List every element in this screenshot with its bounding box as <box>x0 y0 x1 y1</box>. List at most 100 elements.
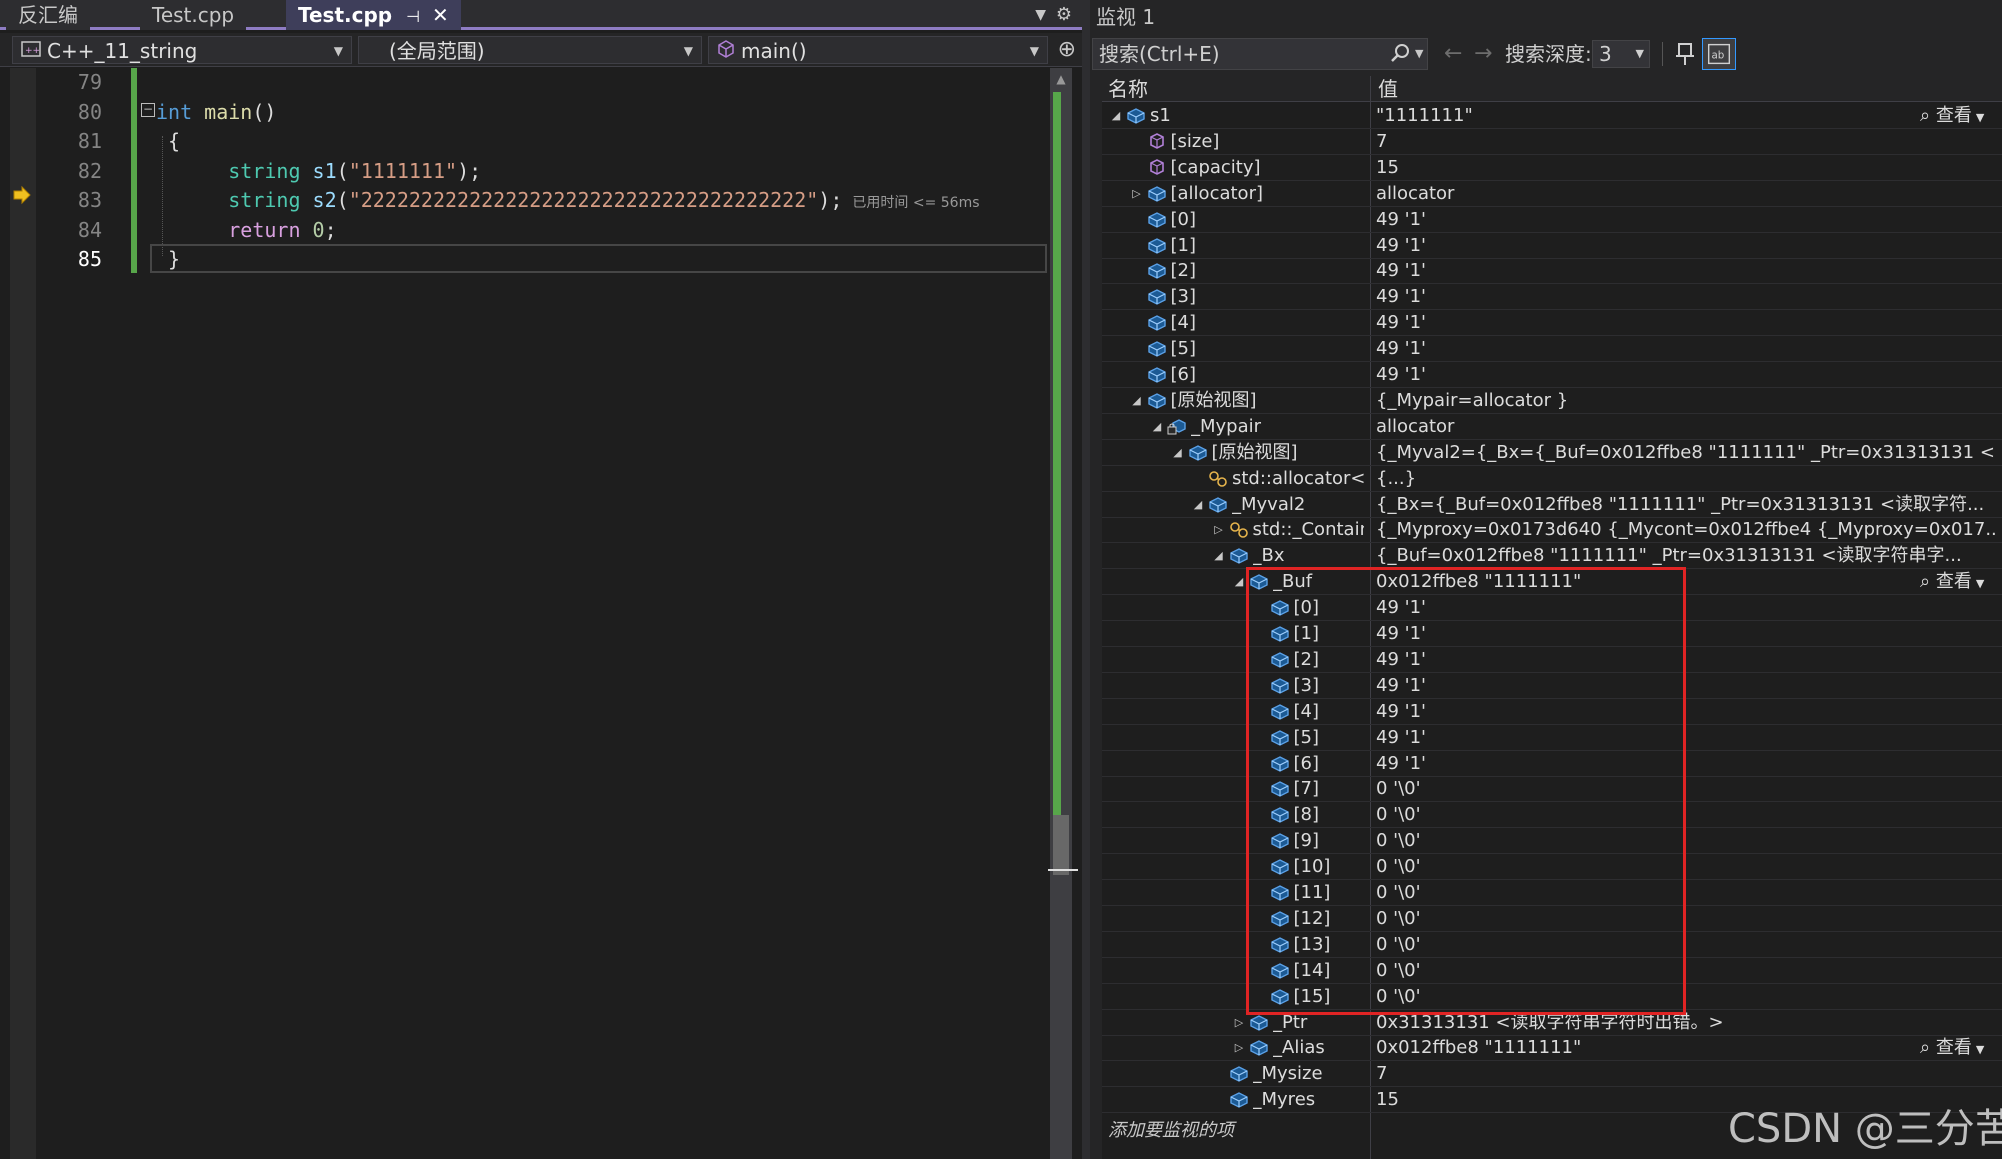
watch-row[interactable]: [2] 49 '1' <box>1102 258 2002 285</box>
watch-row[interactable]: [3] 49 '1' <box>1102 673 2002 699</box>
watch-row-value[interactable]: 49 '1' <box>1376 258 1996 284</box>
watch-row[interactable]: [capacity] 15 <box>1102 155 2002 181</box>
watch-row[interactable]: [14] 0 '\0' <box>1102 958 2002 984</box>
expand-arrow-icon[interactable]: ▷ <box>1231 1010 1247 1036</box>
watch-row[interactable]: ◢ _Myval2 {_Bx={_Buf=0x012ffbe8 "1111111" … <box>1102 492 2002 518</box>
watch-row-value[interactable]: 0 '\0' <box>1376 828 1996 854</box>
expand-arrow-icon[interactable]: ▷ <box>1231 1035 1247 1061</box>
watch-row[interactable]: [3] 49 '1' <box>1102 284 2002 311</box>
collapse-arrow-icon[interactable]: ◢ <box>1231 569 1247 595</box>
watch-row[interactable]: ◢ [原始视图] {_Myval2={_Bx={_Buf=0x012ffbe8 "1… <box>1102 440 2002 466</box>
watch-row-value[interactable]: {_Buf=0x012ffbe8 "1111111" _Ptr=0x313131… <box>1376 543 1996 569</box>
search-depth-dropdown[interactable]: 3 ▼ <box>1592 40 1650 68</box>
watch-row[interactable]: [5] 49 '1' <box>1102 336 2002 363</box>
watch-row-value[interactable]: 0 '\0' <box>1376 984 1996 1010</box>
watch-row[interactable]: [4] 49 '1' <box>1102 699 2002 725</box>
visualizer-view-button[interactable]: ⌕ 查看 ▼ <box>1920 569 1984 595</box>
watch-row[interactable]: [11] 0 '\0' <box>1102 880 2002 906</box>
scope-dropdown[interactable]: (全局范围) ▼ <box>358 36 702 64</box>
search-next-arrow-icon[interactable]: → <box>1474 38 1492 70</box>
perf-tip[interactable]: 已用时间 <= 56ms <box>852 195 979 211</box>
watch-row-value[interactable]: 49 '1' <box>1376 595 1996 621</box>
watch-row[interactable]: ◢ [原始视图] {_Mypair=allocator } <box>1102 388 2002 414</box>
expand-arrow-icon[interactable]: ▷ <box>1211 517 1227 543</box>
breakpoint-margin[interactable] <box>10 68 36 1159</box>
watch-row-value[interactable]: {...} <box>1376 466 1996 492</box>
visualizer-view-button[interactable]: ⌕ 查看 ▼ <box>1920 103 1984 129</box>
watch-row[interactable]: ◢ s1 "1111111" ⌕ 查看 ▼ <box>1102 103 2002 129</box>
pane-splitter[interactable] <box>1082 0 1090 1159</box>
watch-row[interactable]: [7] 0 '\0' <box>1102 776 2002 803</box>
watch-row[interactable]: [15] 0 '\0' <box>1102 984 2002 1010</box>
watch-row[interactable]: [6] 49 '1' <box>1102 362 2002 388</box>
watch-row[interactable]: [5] 49 '1' <box>1102 725 2002 751</box>
watch-row[interactable]: [1] 49 '1' <box>1102 233 2002 259</box>
hex-display-toggle-icon[interactable]: ab <box>1702 38 1736 70</box>
code-text-area[interactable]: int main() { string s1("1111111"); strin… <box>156 68 1056 275</box>
watch-row-value[interactable]: 0 '\0' <box>1376 958 1996 984</box>
watch-row-value[interactable]: 7 <box>1376 129 1996 155</box>
watch-row[interactable]: [1] 49 '1' <box>1102 621 2002 647</box>
watch-row-value[interactable]: 49 '1' <box>1376 751 1996 777</box>
watch-row-value[interactable]: 49 '1' <box>1376 673 1996 699</box>
watch-row-value[interactable]: "1111111" <box>1376 103 1996 129</box>
watch-row[interactable]: _Mysize 7 <box>1102 1061 2002 1088</box>
watch-row-value[interactable]: 49 '1' <box>1376 647 1996 673</box>
column-header-name[interactable]: 名称 <box>1102 76 1148 102</box>
close-icon[interactable]: ✕ <box>432 3 449 27</box>
tab-disassembly[interactable]: 反汇编 <box>6 0 90 30</box>
watch-row-value[interactable]: 0 '\0' <box>1376 776 1996 802</box>
watch-row-value[interactable]: allocator <box>1376 181 1996 207</box>
watch-row[interactable]: [8] 0 '\0' <box>1102 802 2002 829</box>
tab-list-dropdown-icon[interactable]: ▼ <box>1035 0 1046 30</box>
visualizer-view-button[interactable]: ⌕ 查看 ▼ <box>1920 1035 1984 1061</box>
column-header-value[interactable]: 值 <box>1372 76 1398 102</box>
watch-row-value[interactable]: 49 '1' <box>1376 621 1996 647</box>
watch-row-value[interactable]: 49 '1' <box>1376 233 1996 259</box>
collapse-arrow-icon[interactable]: ◢ <box>1108 103 1124 129</box>
collapse-arrow-icon[interactable]: ◢ <box>1190 492 1206 518</box>
gear-icon[interactable]: ⚙ <box>1056 0 1072 30</box>
watch-search-box[interactable]: ▼ <box>1092 38 1428 70</box>
watch-row[interactable]: ◢ _Bx {_Buf=0x012ffbe8 "1111111" _Ptr=0x31… <box>1102 543 2002 570</box>
watch-row[interactable]: [4] 49 '1' <box>1102 310 2002 337</box>
split-editor-icon[interactable]: ⊕ <box>1058 36 1076 64</box>
collapse-icon[interactable]: − <box>141 103 155 117</box>
pin-icon[interactable] <box>1672 40 1698 68</box>
search-options-dropdown-icon[interactable]: ▼ <box>1415 39 1423 69</box>
watch-row-value[interactable]: 0 '\0' <box>1376 802 1996 828</box>
watch-row-value[interactable]: 0x012ffbe8 "1111111" <box>1376 569 1996 595</box>
watch-row-value[interactable]: 0x012ffbe8 "1111111" <box>1376 1035 1996 1061</box>
watch-row-value[interactable]: allocator <box>1376 414 1996 440</box>
watch-row-value[interactable]: 0 '\0' <box>1376 932 1996 958</box>
pin-icon[interactable]: ⊣ <box>406 7 420 26</box>
watch-row[interactable]: ◢ _Mypair allocator <box>1102 414 2002 440</box>
search-icon[interactable] <box>1389 42 1411 64</box>
watch-row[interactable]: [9] 0 '\0' <box>1102 828 2002 855</box>
watch-row-value[interactable]: 49 '1' <box>1376 336 1996 362</box>
collapse-arrow-icon[interactable]: ◢ <box>1129 388 1145 414</box>
watch-row-value[interactable]: 0 '\0' <box>1376 854 1996 880</box>
watch-row-value[interactable]: 49 '1' <box>1376 284 1996 310</box>
watch-row[interactable]: [size] 7 <box>1102 129 2002 155</box>
watch-row-value[interactable]: 49 '1' <box>1376 362 1996 388</box>
member-dropdown[interactable]: main() ▼ <box>708 36 1048 64</box>
watch-row[interactable]: ▷ _Alias 0x012ffbe8 "1111111" ⌕ 查看 ▼ <box>1102 1035 2002 1062</box>
tab-test-cpp-preview[interactable]: Test.cpp <box>140 0 247 30</box>
watch-row-value[interactable]: 49 '1' <box>1376 207 1996 233</box>
watch-row[interactable]: ▷ std::_Container_base... {_Myproxy=0x0173… <box>1102 517 2002 544</box>
watch-row-value[interactable]: 49 '1' <box>1376 725 1996 751</box>
watch-row-value[interactable]: {_Myval2={_Bx={_Buf=0x012ffbe8 "1111111"… <box>1376 440 1996 466</box>
watch-row-value[interactable]: 0 '\0' <box>1376 880 1996 906</box>
watch-row-value[interactable]: 0x31313131 <读取字符串字符时出错。> <box>1376 1010 1996 1036</box>
watch-row[interactable]: ▷ [allocator] allocator <box>1102 181 2002 207</box>
watch-row-value[interactable]: 49 '1' <box>1376 310 1996 336</box>
watch-row[interactable]: [0] 49 '1' <box>1102 207 2002 233</box>
search-input[interactable] <box>1099 42 1379 66</box>
expand-arrow-icon[interactable]: ▷ <box>1129 181 1145 207</box>
scrollbar-thumb[interactable] <box>1053 815 1069 875</box>
watch-row[interactable]: [6] 49 '1' <box>1102 751 2002 777</box>
watch-row-value[interactable]: 49 '1' <box>1376 699 1996 725</box>
collapse-arrow-icon[interactable]: ◢ <box>1149 414 1165 440</box>
watch-row-value[interactable]: {_Mypair=allocator } <box>1376 388 1996 414</box>
